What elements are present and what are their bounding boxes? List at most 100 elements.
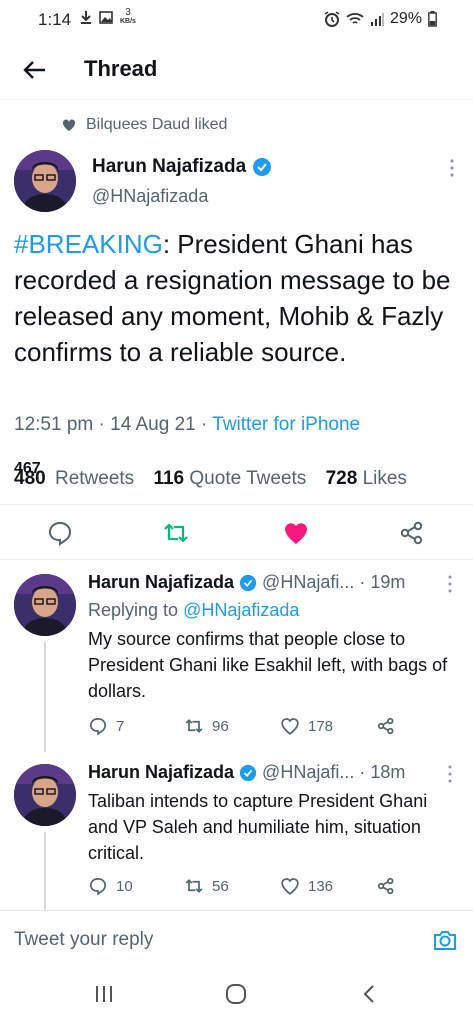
back-arrow-icon <box>23 61 45 79</box>
home-icon <box>226 984 246 1004</box>
retweet-button[interactable]: 56 <box>184 876 229 896</box>
recent-apps-button[interactable] <box>92 982 116 1006</box>
verified-badge-icon <box>253 158 272 176</box>
reply-icon <box>89 717 107 736</box>
retweet-icon <box>164 523 188 543</box>
reply-tweet[interactable]: Harun Najafizada @HNajafi... · 19m Reply… <box>0 562 473 752</box>
author-handle[interactable]: @HNajafi... <box>262 762 354 783</box>
retweet-icon <box>185 879 203 893</box>
share-icon <box>377 717 394 735</box>
chevron-left-icon <box>363 985 374 1003</box>
more-options-button[interactable] <box>442 574 458 594</box>
reply-tweet[interactable]: Harun Najafizada @HNajafi... · 18m Talib… <box>0 752 473 910</box>
likes-count: 728 <box>325 468 358 489</box>
retweet-button[interactable] <box>162 519 190 547</box>
retweet-icon <box>185 719 203 733</box>
like-count: 136 <box>308 877 334 895</box>
social-context: Bilquees Daud liked <box>62 116 227 134</box>
quote-tweets-label: Quote Tweets <box>189 468 307 489</box>
share-icon <box>400 521 423 545</box>
battery-percent: 29% <box>389 10 422 27</box>
avatar[interactable] <box>14 150 76 212</box>
reply-count: 10 <box>116 877 133 895</box>
like-count: 178 <box>308 717 334 735</box>
status-time: 1:14 <box>38 10 72 29</box>
replying-to: Replying to @HNajafizada <box>88 600 300 620</box>
heart-outline-icon <box>281 878 299 895</box>
share-button[interactable] <box>376 876 396 896</box>
reply-header: Harun Najafizada @HNajafi... · 18m <box>88 762 406 783</box>
retweet-count: 96 <box>212 717 229 735</box>
more-options-button[interactable] <box>442 764 458 784</box>
verified-badge-icon <box>239 574 257 591</box>
author-name[interactable]: Harun Najafizada <box>88 572 234 593</box>
reply-header: Harun Najafizada @HNajafi... · 19m <box>88 572 406 593</box>
net-speed: 3 KB/s <box>120 7 136 26</box>
tweet-actions <box>0 504 473 560</box>
reply-button[interactable]: 7 <box>88 716 124 736</box>
reply-icon <box>48 521 72 546</box>
hashtag-link[interactable]: #BREAKING <box>14 229 163 259</box>
back-nav-button[interactable] <box>358 982 382 1006</box>
tweet-time: 12:51 pm <box>14 414 94 435</box>
back-button[interactable] <box>18 54 50 86</box>
author-name[interactable]: Harun Najafizada <box>88 762 234 783</box>
verified-badge-icon <box>239 764 257 781</box>
reply-text: My source confirms that people close to … <box>88 629 448 701</box>
avatar[interactable] <box>14 764 76 826</box>
likes-stat[interactable]: 728 Likes <box>326 468 407 489</box>
camera-icon <box>434 931 456 950</box>
reply-composer: Tweet your reply <box>0 910 473 966</box>
heart-filled-icon <box>285 523 307 544</box>
heart-icon <box>62 119 76 131</box>
alarm-icon <box>324 11 340 27</box>
reply-icon <box>89 877 107 896</box>
share-button[interactable] <box>376 716 396 736</box>
reply-input[interactable]: Tweet your reply <box>14 929 153 951</box>
retweet-count: 56 <box>212 877 229 895</box>
battery-icon <box>428 11 437 27</box>
author-handle[interactable]: @HNajafi... <box>262 572 354 593</box>
reply-button[interactable] <box>46 519 74 547</box>
share-icon <box>377 877 394 895</box>
home-button[interactable] <box>224 982 248 1006</box>
more-options-button[interactable] <box>442 158 462 178</box>
like-button[interactable]: 178 <box>280 716 333 736</box>
download-icon <box>81 11 91 24</box>
reply-button[interactable]: 10 <box>88 876 133 896</box>
thread-line <box>44 832 46 910</box>
gallery-icon <box>99 10 113 24</box>
recent-apps-icon <box>96 986 112 1002</box>
retweet-button[interactable]: 96 <box>184 716 229 736</box>
more-vertical-icon <box>448 765 452 783</box>
author-name-row[interactable]: Harun Najafizada <box>92 156 272 178</box>
heart-outline-icon <box>281 718 299 735</box>
camera-button[interactable] <box>432 927 458 953</box>
more-vertical-icon <box>450 159 454 177</box>
reply-count: 7 <box>116 717 125 735</box>
wifi-icon <box>346 13 364 24</box>
tweet-text: #BREAKING: President Ghani has recorded … <box>14 226 464 370</box>
share-button[interactable] <box>398 519 426 547</box>
reply-text: Taliban intends to capture President Gha… <box>88 791 428 863</box>
likes-label: Likes <box>362 468 407 489</box>
system-nav-bar <box>0 966 473 1024</box>
tweet-source-link[interactable]: Twitter for iPhone <box>212 414 360 435</box>
tweet-stats: 467 480 Retweets 116 Quote Tweets 728 Li… <box>14 460 473 498</box>
replying-to-link[interactable]: @HNajafizada <box>183 600 299 620</box>
social-context-text: Bilquees Daud liked <box>86 116 228 133</box>
author-handle[interactable]: @HNajafizada <box>92 186 208 207</box>
avatar[interactable] <box>14 574 76 636</box>
tweet-date: 14 Aug 21 <box>110 414 196 435</box>
like-button[interactable] <box>282 519 310 547</box>
retweets-count: 480 <box>14 468 46 489</box>
author-name: Harun Najafizada <box>92 156 247 177</box>
retweets-label: Retweets <box>54 468 135 489</box>
retweets-stat[interactable]: 467 480 Retweets <box>14 460 139 489</box>
signal-icon <box>370 13 384 26</box>
thread-line <box>44 642 46 752</box>
quote-tweets-stat[interactable]: 116 Quote Tweets <box>153 468 311 489</box>
page-title: Thread <box>84 56 158 81</box>
quote-tweets-count: 116 <box>153 468 185 489</box>
like-button[interactable]: 136 <box>280 876 333 896</box>
